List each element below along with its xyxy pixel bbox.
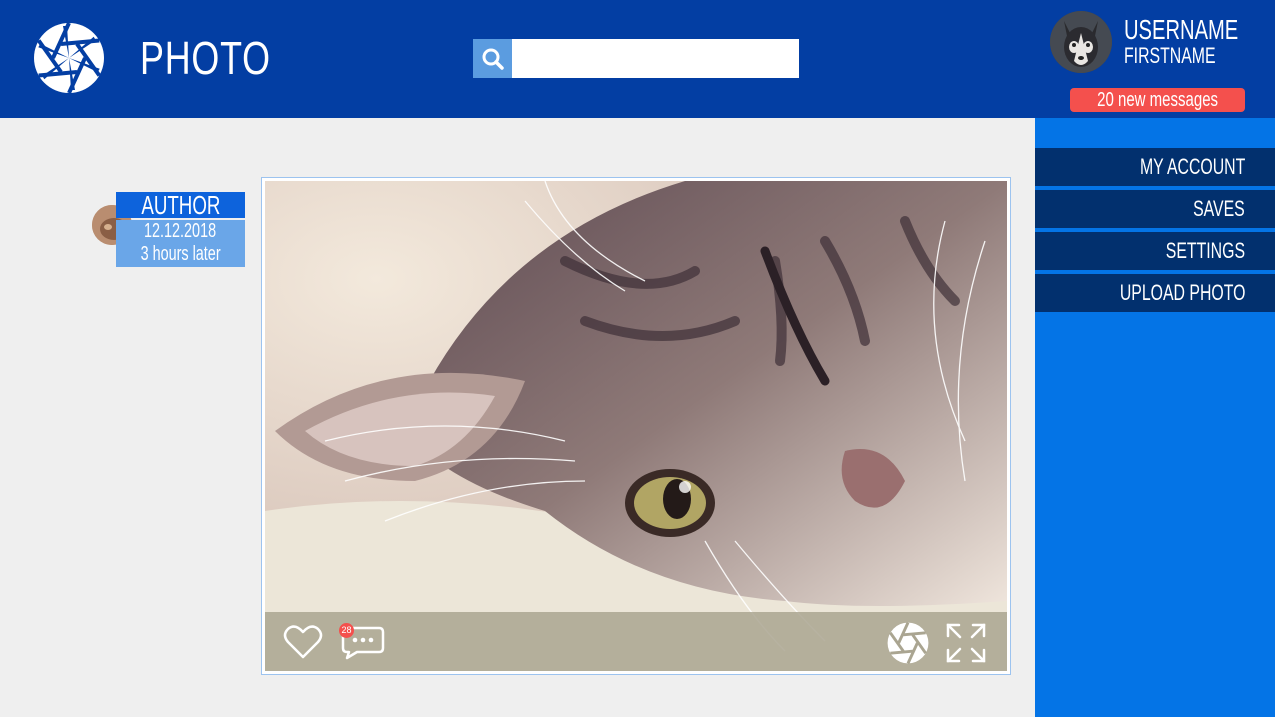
search-input[interactable]: [512, 39, 799, 78]
author-name: AUTHOR: [140, 192, 221, 218]
expand-icon[interactable]: [945, 622, 987, 664]
firstname: FIRSTNAME: [1124, 43, 1216, 68]
search-icon: [482, 48, 504, 70]
user-box: USERNAME FIRSTNAME 20 new messages: [1035, 0, 1275, 118]
right-panel: USERNAME FIRSTNAME 20 new messages MY AC…: [1035, 0, 1275, 717]
author-label[interactable]: AUTHOR: [116, 192, 245, 218]
menu-item-label: MY ACCOUNT: [1139, 154, 1245, 179]
aperture-logo-icon[interactable]: [33, 22, 105, 94]
husky-avatar-icon: [1050, 11, 1112, 73]
menu-item-label: SAVES: [1193, 196, 1245, 221]
new-messages-label: 20 new messages: [1097, 89, 1218, 111]
comment-count-badge: 28: [339, 623, 354, 638]
post-date: 12.12.2018: [144, 220, 217, 242]
post-meta: 12.12.2018 3 hours later: [116, 220, 245, 267]
aperture-icon[interactable]: [887, 622, 929, 664]
post-time-ago: 3 hours later: [140, 243, 221, 265]
avatar[interactable]: [1050, 11, 1112, 73]
menu-item-settings[interactable]: SETTINGS: [1035, 232, 1275, 270]
heart-icon[interactable]: [283, 624, 323, 660]
menu-item-upload-photo[interactable]: UPLOAD PHOTO: [1035, 274, 1275, 312]
search-bar: [473, 39, 799, 78]
username: USERNAME: [1124, 14, 1239, 45]
menu-item-saves[interactable]: SAVES: [1035, 190, 1275, 228]
app-title: PHOTO: [140, 32, 271, 84]
new-messages-button[interactable]: 20 new messages: [1070, 88, 1245, 112]
menu-item-label: SETTINGS: [1165, 238, 1245, 263]
top-header: PHOTO: [0, 0, 1035, 118]
search-button[interactable]: [473, 39, 512, 78]
cat-photo[interactable]: 28: [265, 181, 1007, 671]
cat-photo-image: [265, 181, 1007, 671]
menu-item-my-account[interactable]: MY ACCOUNT: [1035, 148, 1275, 186]
photo-action-bar: 28: [265, 612, 1007, 671]
photo-card: 28: [261, 177, 1011, 675]
menu-item-label: UPLOAD PHOTO: [1119, 280, 1245, 305]
